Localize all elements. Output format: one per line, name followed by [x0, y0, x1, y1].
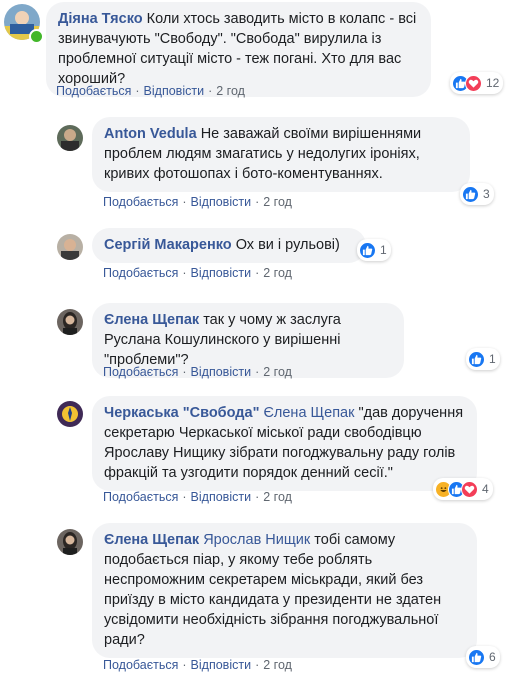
comment-author[interactable]: Сергій Макаренко [104, 237, 232, 253]
comment-actions: Подобається · Відповісти · 2 год [103, 266, 292, 280]
comment-text: Ох ви і рульові) [235, 237, 340, 253]
separator-dot: · [182, 195, 187, 209]
like-link[interactable]: Подобається [103, 195, 178, 209]
reply-link[interactable]: Відповісти [191, 195, 252, 209]
reaction-count: 12 [486, 76, 500, 90]
online-status-icon [29, 29, 44, 44]
comment-actions: Подобається · Відповісти · 2 год [103, 490, 292, 504]
reactions-summary[interactable]: 1 [466, 348, 500, 370]
separator-dot: · [255, 365, 260, 379]
comment-actions: Подобається · Відповісти · 2 год [103, 365, 292, 379]
separator-dot: · [255, 266, 260, 280]
comment-bubble: Сергій Макаренко Ох ви і рульові) [92, 228, 366, 263]
comment-time[interactable]: 2 год [263, 195, 292, 209]
like-icon [359, 241, 376, 259]
comment-bubble: Діяна Тяско Коли хтось заводить місто в … [46, 2, 431, 97]
reactions-summary[interactable]: 4 [433, 478, 493, 500]
comment-reply: Anton Vedula Не заважай своїми вирішення… [0, 105, 512, 220]
reply-link[interactable]: Відповісти [191, 266, 252, 280]
avatar[interactable] [57, 234, 83, 260]
comment-reply: Єлена Щепак так у чому ж заслуга Руслана… [0, 295, 512, 390]
comment-text: тобі самому подобається піар, у якому те… [104, 532, 442, 648]
reply-link[interactable]: Відповісти [191, 490, 252, 504]
avatar[interactable] [57, 401, 83, 427]
love-icon [465, 74, 482, 92]
separator-dot: · [182, 365, 187, 379]
separator-dot: · [255, 195, 260, 209]
comment-time[interactable]: 2 год [263, 490, 292, 504]
separator-dot: · [208, 84, 213, 98]
reaction-count: 4 [482, 482, 489, 496]
avatar[interactable] [57, 125, 83, 151]
comment-author[interactable]: Черкаська "Свобода" [104, 405, 259, 421]
comment-time[interactable]: 2 год [263, 266, 292, 280]
like-icon [462, 185, 479, 203]
comment-bubble: Черкаська "Свобода" Єлена Щепак "дав дор… [92, 396, 477, 491]
comment-reply: Єлена Щепак Ярослав Нищик тобі самому по… [0, 515, 512, 677]
reply-link[interactable]: Відповісти [191, 658, 252, 672]
mention-link[interactable]: Єлена Щепак [263, 405, 354, 421]
reactions-summary[interactable]: 12 [450, 72, 504, 94]
like-link[interactable]: Подобається [103, 658, 178, 672]
reactions-summary[interactable]: 1 [357, 239, 391, 261]
reactions-summary[interactable]: 6 [466, 646, 500, 668]
separator-dot: · [182, 658, 187, 672]
avatar[interactable] [57, 529, 83, 555]
reply-link[interactable]: Відповісти [144, 84, 205, 98]
comment: Діяна Тяско Коли хтось заводить місто в … [0, 0, 512, 105]
like-link[interactable]: Подобається [103, 365, 178, 379]
comment-time[interactable]: 2 год [216, 84, 245, 98]
comment-author[interactable]: Anton Vedula [104, 126, 197, 142]
love-icon [461, 480, 478, 498]
like-icon [468, 648, 485, 666]
comment-time[interactable]: 2 год [263, 365, 292, 379]
comment-author[interactable]: Єлена Щепак [104, 532, 199, 548]
reaction-count: 3 [483, 187, 490, 201]
comment-actions: Подобається · Відповісти · 2 год [103, 658, 292, 672]
comment-author[interactable]: Єлена Щепак [104, 312, 199, 328]
comment-author[interactable]: Діяна Тяско [58, 11, 143, 27]
comment-actions: Подобається · Відповісти · 2 год [103, 195, 292, 209]
reply-link[interactable]: Відповісти [191, 365, 252, 379]
reaction-count: 6 [489, 650, 496, 664]
reaction-count: 1 [489, 352, 496, 366]
like-link[interactable]: Подобається [56, 84, 131, 98]
mention-link[interactable]: Ярослав Нищик [203, 532, 310, 548]
comment-bubble: Єлена Щепак Ярослав Нищик тобі самому по… [92, 523, 477, 658]
comment-reply: Сергій Макаренко Ох ви і рульові) 1 Подо… [0, 220, 512, 295]
separator-dot: · [255, 658, 260, 672]
like-link[interactable]: Подобається [103, 490, 178, 504]
comment-reply: Черкаська "Свобода" Єлена Щепак "дав дор… [0, 390, 512, 515]
comment-actions: Подобається · Відповісти · 2 год [56, 84, 245, 98]
reaction-count: 1 [380, 243, 387, 257]
separator-dot: · [135, 84, 140, 98]
separator-dot: · [255, 490, 260, 504]
avatar[interactable] [57, 309, 83, 335]
like-link[interactable]: Подобається [103, 266, 178, 280]
separator-dot: · [182, 490, 187, 504]
comment-bubble: Anton Vedula Не заважай своїми вирішення… [92, 117, 470, 192]
separator-dot: · [182, 266, 187, 280]
reactions-summary[interactable]: 3 [460, 183, 494, 205]
comment-time[interactable]: 2 год [263, 658, 292, 672]
like-icon [468, 350, 485, 368]
